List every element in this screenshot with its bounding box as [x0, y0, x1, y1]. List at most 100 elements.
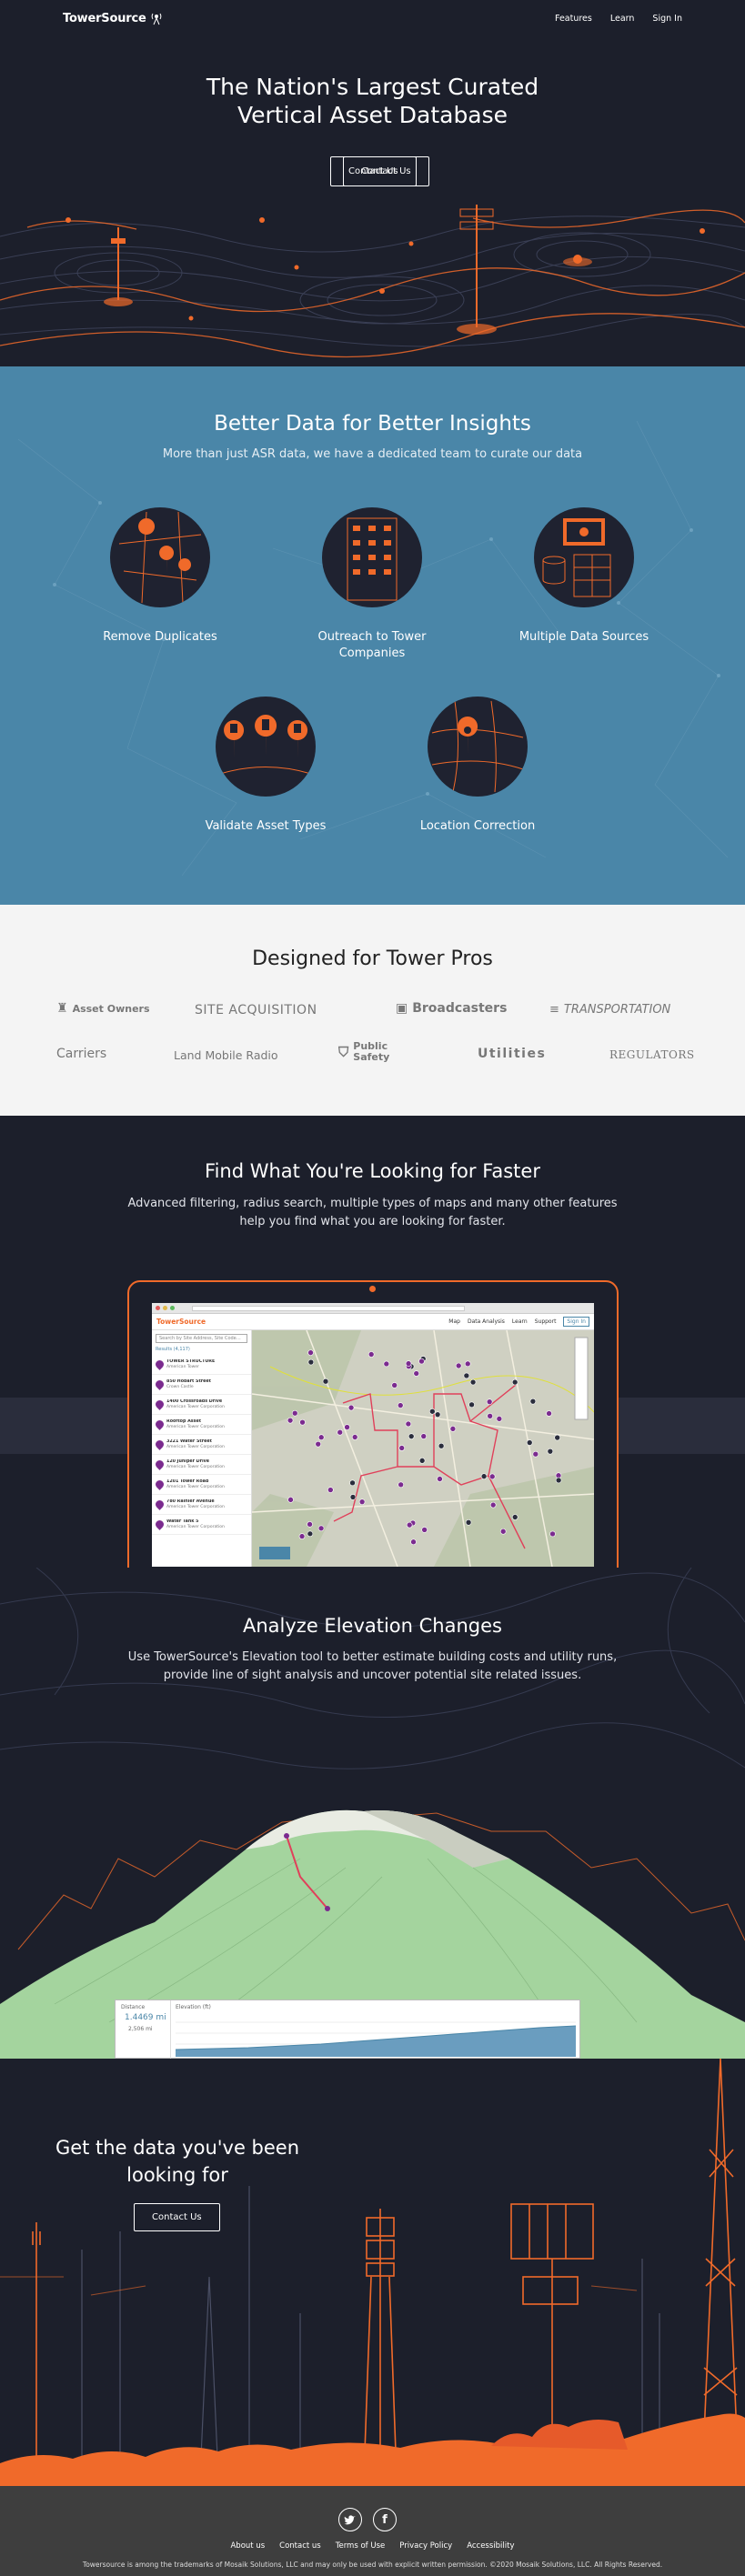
map-pin[interactable] [529, 1398, 537, 1405]
map-pin[interactable] [367, 1351, 375, 1358]
map-pin[interactable] [358, 1498, 366, 1505]
map-pin[interactable] [420, 1433, 428, 1439]
address-bar[interactable] [192, 1305, 465, 1311]
map-pin[interactable] [397, 1402, 404, 1408]
map-pin[interactable] [337, 1428, 344, 1436]
app-sign-in[interactable]: Sign In [563, 1317, 589, 1327]
map-pin[interactable] [437, 1476, 443, 1482]
result-row[interactable]: 780 Rainier Avenue American Tower Corpora… [152, 1495, 251, 1515]
map-pin[interactable] [480, 1473, 488, 1479]
nav-link-learn[interactable]: Learn [610, 14, 635, 24]
map-pin[interactable] [391, 1382, 398, 1388]
footer-link-about[interactable]: About us [230, 2541, 265, 2551]
map-pin[interactable] [317, 1525, 325, 1532]
footer-link-accessibility[interactable]: Accessibility [467, 2541, 514, 2551]
map-legend-button[interactable] [259, 1547, 290, 1559]
map-pin[interactable] [291, 1409, 298, 1417]
map-pin[interactable] [489, 1501, 497, 1509]
result-row[interactable]: 120 Juniper Drive American Tower Corporat… [152, 1455, 251, 1475]
map-pin[interactable] [465, 1519, 472, 1526]
find-body: Advanced filtering, radius search, multi… [127, 1197, 618, 1228]
map-pin[interactable] [398, 1445, 406, 1451]
result-row[interactable]: 1201 Tower Road American Tower Corporatio… [152, 1475, 251, 1495]
map-pin[interactable] [287, 1497, 294, 1503]
map-pin[interactable] [383, 1360, 390, 1368]
map-pin[interactable] [298, 1533, 306, 1539]
footer-link-contact[interactable]: Contact us [279, 2541, 321, 2551]
map-pin[interactable] [499, 1528, 507, 1535]
map-pin[interactable] [287, 1417, 294, 1424]
result-row[interactable]: 850 Hobart Street Crown Castle [152, 1375, 251, 1395]
map-pin[interactable] [487, 1413, 493, 1419]
map-pin[interactable] [410, 1539, 417, 1546]
map-pin[interactable] [511, 1378, 518, 1386]
app-map[interactable] [252, 1330, 594, 1567]
result-row[interactable]: TOWER STRUCTURE American Tower [152, 1355, 251, 1375]
map-pin[interactable] [344, 1424, 350, 1430]
feature-label: Multiple Data Sources [518, 630, 649, 644]
nav-link-sign-in[interactable]: Sign In [652, 14, 682, 24]
map-pin[interactable] [496, 1416, 503, 1422]
twitter-icon[interactable] [338, 2508, 362, 2531]
facebook-icon[interactable]: f [373, 2508, 397, 2531]
map-pin[interactable] [317, 1434, 325, 1441]
map-pin[interactable] [307, 1349, 314, 1356]
map-pin[interactable] [322, 1378, 329, 1385]
result-row[interactable]: Rooftop Asset American Tower Corporation [152, 1415, 251, 1435]
map-pin[interactable] [418, 1358, 425, 1365]
map-pin[interactable] [455, 1362, 462, 1369]
map-pin[interactable] [408, 1433, 415, 1439]
map-pin[interactable] [434, 1411, 441, 1418]
map-pin[interactable] [315, 1440, 322, 1448]
map-pin[interactable] [299, 1418, 306, 1426]
map-pin[interactable] [307, 1521, 313, 1528]
nav-contact-button[interactable]: Contact Us [343, 156, 429, 186]
map-pin[interactable] [405, 1420, 412, 1428]
map-pin[interactable] [429, 1408, 436, 1415]
map-pin[interactable] [554, 1434, 560, 1441]
map-pin[interactable] [351, 1434, 358, 1440]
app-menu-map[interactable]: Map [448, 1318, 460, 1325]
nav-link-features[interactable]: Features [555, 14, 592, 24]
map-pin[interactable] [555, 1477, 562, 1484]
map-pin[interactable] [449, 1426, 457, 1432]
footer-link-privacy[interactable]: Privacy Policy [399, 2541, 452, 2551]
map-pin[interactable] [547, 1448, 554, 1455]
map-pin[interactable] [463, 1372, 470, 1379]
map-pin[interactable] [546, 1410, 552, 1417]
map-pin[interactable] [349, 1494, 357, 1500]
map-pin[interactable] [511, 1514, 518, 1520]
app-menu-support[interactable]: Support [535, 1318, 557, 1325]
map-pin[interactable] [347, 1404, 355, 1411]
map-pin[interactable] [327, 1487, 334, 1493]
map-pin[interactable] [421, 1527, 428, 1533]
minimize-dot-icon [163, 1306, 167, 1310]
map-pin[interactable] [398, 1481, 404, 1488]
map-pin[interactable] [486, 1398, 493, 1405]
footer-link-terms[interactable]: Terms of Use [336, 2541, 386, 2551]
app-search-input[interactable]: Search by Site Address, Site Code… [156, 1334, 247, 1343]
app-menu-analysis[interactable]: Data Analysis [468, 1318, 505, 1325]
map-pin[interactable] [307, 1530, 314, 1538]
map-pin[interactable] [464, 1360, 471, 1368]
result-row[interactable]: Water Tank 5 American Tower Corporation [152, 1515, 251, 1535]
map-pin[interactable] [526, 1439, 533, 1446]
map-tool-strip[interactable] [574, 1337, 589, 1420]
map-pin[interactable] [418, 1458, 426, 1464]
result-row[interactable]: 3221 Water Street American Tower Corporat… [152, 1435, 251, 1455]
map-pin[interactable] [406, 1521, 413, 1529]
map-pin[interactable] [469, 1378, 477, 1386]
map-pin[interactable] [349, 1479, 356, 1487]
map-pin[interactable] [438, 1442, 445, 1449]
map-pin[interactable] [488, 1473, 496, 1480]
map-pin[interactable] [307, 1358, 315, 1366]
map-pin[interactable] [405, 1360, 412, 1367]
map-pin[interactable] [532, 1450, 539, 1458]
map-pin[interactable] [549, 1530, 556, 1538]
map-pin[interactable] [413, 1370, 420, 1377]
result-row[interactable]: 1400 Crossroads Drive American Tower Corp… [152, 1395, 251, 1415]
app-menu-learn[interactable]: Learn [512, 1318, 528, 1325]
app-brand[interactable]: TowerSource [156, 1318, 206, 1326]
brand-logo[interactable]: TowerSource [63, 11, 164, 25]
map-pin[interactable] [468, 1401, 475, 1408]
